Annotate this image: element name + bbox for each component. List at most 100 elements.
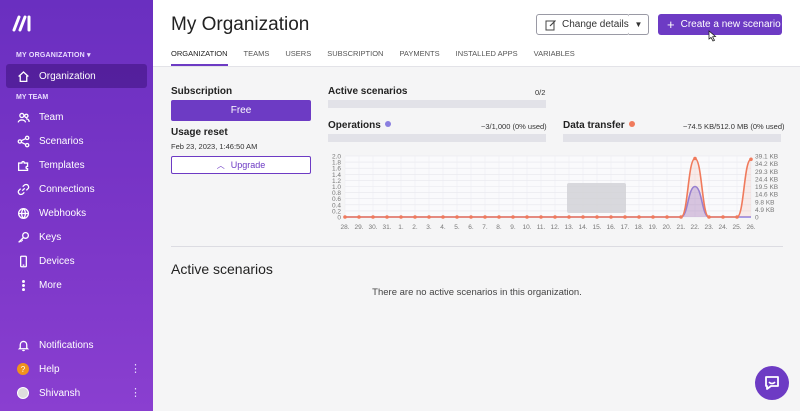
sidebar-item-keys[interactable]: Keys xyxy=(6,226,147,248)
sidebar-item-webhooks[interactable]: Webhooks xyxy=(6,202,147,224)
tab-organization[interactable]: ORGANIZATION xyxy=(171,49,228,66)
x-tick-label: 30. xyxy=(368,224,377,231)
key-icon xyxy=(15,229,31,245)
sidebar-item-label: Templates xyxy=(39,159,85,171)
data-transfer-point xyxy=(385,215,389,219)
link-icon xyxy=(15,181,31,197)
data-transfer-point xyxy=(455,215,459,219)
x-tick-label: 18. xyxy=(634,224,643,231)
tab-users[interactable]: USERS xyxy=(285,49,311,58)
data-transfer-point xyxy=(609,215,613,219)
user-menu-icon[interactable]: ⋮ xyxy=(130,388,141,399)
sidebar-item-label: Notifications xyxy=(39,339,94,351)
sidebar-item-label: Organization xyxy=(39,70,96,82)
x-tick-label: 31. xyxy=(382,224,391,231)
sidebar-item-label: Devices xyxy=(39,255,75,267)
y-right-tick-label: 24.4 KB xyxy=(755,176,778,183)
x-tick-label: 24. xyxy=(718,224,727,231)
data-transfer-point xyxy=(539,215,543,219)
help-icon: ? xyxy=(15,361,31,377)
x-tick-label: 9. xyxy=(510,224,516,231)
sidebar-item-organization-row[interactable]: Organization xyxy=(6,65,147,87)
x-tick-label: 1. xyxy=(398,224,404,231)
home-icon xyxy=(15,68,31,84)
y-right-tick-label: 14.6 KB xyxy=(755,192,778,199)
x-tick-label: 13. xyxy=(564,224,573,231)
y-right-tick-label: 9.8 KB xyxy=(755,199,775,206)
sidebar-item-templates[interactable]: Templates xyxy=(6,154,147,176)
chevron-down-icon: ▼ xyxy=(634,20,643,29)
data-transfer-point xyxy=(427,215,431,219)
sidebar-item-label: Keys xyxy=(39,231,62,243)
operations-metric-value: ~3/1,000 (0% used) xyxy=(481,122,547,131)
data-transfer-legend-dot xyxy=(628,121,635,127)
x-tick-label: 15. xyxy=(592,224,601,231)
data-transfer-point xyxy=(581,215,585,219)
x-tick-label: 29. xyxy=(354,224,363,231)
sidebar-item-help[interactable]: ? Help ⋮ xyxy=(6,358,147,380)
usage-reset-date: Feb 23, 2023, 1:46:50 AM xyxy=(171,142,258,151)
org-switcher[interactable]: MY ORGANIZATION ▾ xyxy=(16,51,91,59)
x-tick-label: 4. xyxy=(440,224,446,231)
x-tick-label: 6. xyxy=(468,224,474,231)
data-transfer-point xyxy=(735,215,739,219)
empty-state-message: There are no active scenarios in this or… xyxy=(372,287,582,298)
data-transfer-point xyxy=(357,215,361,219)
active-scenarios-heading: Active scenarios xyxy=(171,261,273,277)
create-scenario-button[interactable]: + Create a new scenario xyxy=(658,14,782,35)
data-transfer-point xyxy=(637,215,641,219)
usage-reset-heading: Usage reset xyxy=(171,127,228,138)
y-right-tick-label: 0 xyxy=(755,215,759,222)
data-transfer-point xyxy=(343,215,347,219)
data-transfer-point xyxy=(413,215,417,219)
y-right-tick-label: 29.3 KB xyxy=(755,169,778,176)
puzzle-icon xyxy=(15,157,31,173)
tab-installed-apps[interactable]: INSTALLED APPS xyxy=(456,49,518,58)
tab-subscription[interactable]: SUBSCRIPTION xyxy=(327,49,383,58)
org-tabs: ORGANIZATION TEAMS USERS SUBSCRIPTION PA… xyxy=(171,49,591,66)
sidebar-item-scenarios[interactable]: Scenarios xyxy=(6,130,147,152)
make-logo-icon[interactable] xyxy=(12,14,34,32)
data-transfer-point xyxy=(371,215,375,219)
y-right-tick-label: 4.9 KB xyxy=(755,207,775,214)
chart-hover-tooltip xyxy=(567,183,626,213)
x-tick-label: 3. xyxy=(426,224,432,231)
tab-teams[interactable]: TEAMS xyxy=(244,49,270,58)
operations-label: Operations xyxy=(328,120,381,131)
sidebar-item-notifications[interactable]: Notifications xyxy=(6,334,147,356)
sidebar-item-connections[interactable]: Connections xyxy=(6,178,147,200)
sidebar-item-team[interactable]: Team xyxy=(6,106,147,128)
change-details-button[interactable]: Change details xyxy=(536,14,630,35)
x-tick-label: 8. xyxy=(496,224,502,231)
mouse-pointer-icon xyxy=(708,30,717,42)
y-right-tick-label: 34.2 KB xyxy=(755,161,778,168)
chevron-up-icon: ︿ xyxy=(216,160,225,170)
sidebar-item-user[interactable]: Shivansh ⋮ xyxy=(6,382,147,404)
data-transfer-point xyxy=(707,215,711,219)
x-tick-label: 10. xyxy=(522,224,531,231)
sidebar-item-more[interactable]: More xyxy=(6,274,147,296)
sidebar-item-devices[interactable]: Devices xyxy=(6,250,147,272)
data-transfer-point xyxy=(469,215,473,219)
plus-icon: + xyxy=(667,17,675,32)
x-tick-label: 12. xyxy=(550,224,559,231)
x-tick-label: 21. xyxy=(676,224,685,231)
data-transfer-point xyxy=(553,215,557,219)
help-badge: ? xyxy=(17,363,29,375)
data-transfer-point xyxy=(651,215,655,219)
tab-payments[interactable]: PAYMENTS xyxy=(399,49,439,58)
data-transfer-point xyxy=(567,215,571,219)
tab-variables[interactable]: VARIABLES xyxy=(534,49,575,58)
change-details-dropdown-button[interactable]: ▼ xyxy=(629,14,649,35)
sidebar-item-label: Shivansh xyxy=(39,387,81,399)
subscription-heading: Subscription xyxy=(171,86,233,97)
x-tick-label: 7. xyxy=(482,224,488,231)
data-transfer-label: Data transfer xyxy=(563,120,625,131)
x-tick-label: 19. xyxy=(648,224,657,231)
support-chat-button[interactable] xyxy=(755,366,789,400)
data-transfer-point xyxy=(497,215,501,219)
upgrade-button[interactable]: ︿ Upgrade xyxy=(171,156,311,174)
x-tick-label: 28. xyxy=(340,224,349,231)
section-divider xyxy=(171,246,783,247)
help-menu-icon[interactable]: ⋮ xyxy=(130,364,141,375)
